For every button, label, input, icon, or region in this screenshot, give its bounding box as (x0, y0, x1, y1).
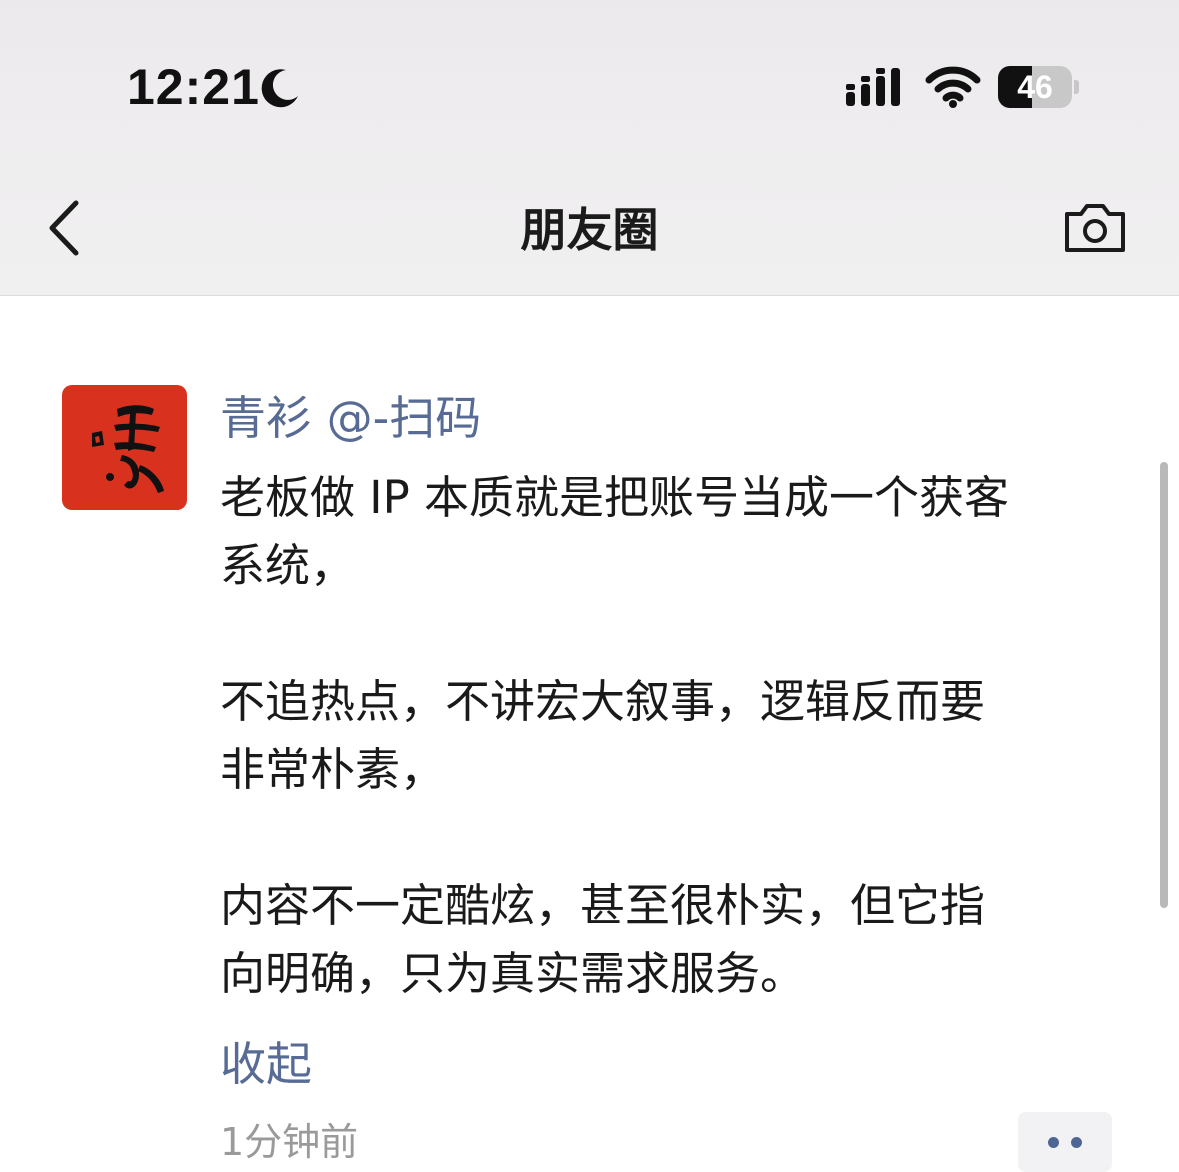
more-dots-icon (1071, 1137, 1082, 1148)
post-paragraph: 老板做 IP 本质就是把账号当成一个获客 系统， (220, 464, 1120, 600)
more-dots-icon (1048, 1137, 1059, 1148)
top-bar: 12:21 46 朋友圈 (0, 0, 1179, 296)
post-line: 系统， (220, 539, 356, 592)
post-timestamp: 1分钟前 (220, 1120, 359, 1164)
post-line: 不追热点，不讲宏大叙事，逻辑反而要 (220, 675, 986, 728)
wifi-icon (925, 66, 981, 108)
battery-level: 46 (1017, 69, 1053, 105)
status-bar: 12:21 46 (0, 0, 1179, 180)
more-actions-button[interactable] (1018, 1112, 1112, 1172)
avatar[interactable] (62, 385, 187, 510)
cellular-signal-icon (846, 68, 900, 106)
post-paragraph: 不追热点，不讲宏大叙事，逻辑反而要 非常朴素， (220, 668, 1120, 804)
calligraphy-avatar-icon (92, 405, 164, 493)
post-paragraph: 内容不一定酷炫，甚至很朴实，但它指 向明确，只为真实需求服务。 (220, 872, 1120, 1008)
post-line: 老板做 IP 本质就是把账号当成一个获客 (220, 471, 1010, 524)
moon-icon (261, 69, 298, 108)
post-line: 内容不一定酷炫，甚至很朴实，但它指 (220, 879, 986, 932)
battery-icon: 46 (998, 66, 1082, 110)
post-line: 非常朴素， (220, 743, 446, 796)
post-content: 老板做 IP 本质就是把账号当成一个获客 系统， 不追热点，不讲宏大叙事，逻辑反… (220, 464, 1120, 1008)
user-name[interactable]: 青衫 @-扫码 (220, 388, 481, 448)
scrollbar[interactable] (1160, 462, 1168, 908)
collapse-button[interactable]: 收起 (220, 1032, 312, 1096)
status-time: 12:21 (127, 59, 260, 115)
post-line: 向明确，只为真实需求服务。 (220, 947, 806, 1000)
page-title: 朋友圈 (520, 203, 659, 257)
camera-icon[interactable] (1062, 200, 1128, 256)
